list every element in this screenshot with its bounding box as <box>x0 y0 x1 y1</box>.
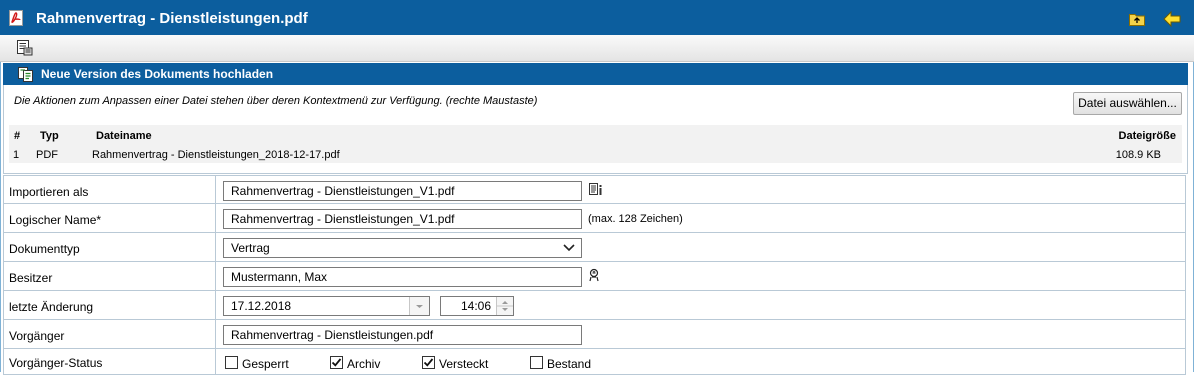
pdf-icon <box>9 10 23 26</box>
owner-label: Besitzer <box>9 271 53 285</box>
last-change-date-input[interactable]: 17.12.2018 <box>223 296 430 316</box>
predecessor-status-label: Vorgänger-Status <box>9 356 103 370</box>
toolbar <box>0 35 1194 62</box>
file-table: # Typ Dateiname Dateigröße 1 PDF Rahmenv… <box>9 125 1182 163</box>
file-row-filename[interactable]: Rahmenvertrag - Dienstleistungen_2018-12… <box>92 149 340 161</box>
logical-name-label: Logischer Name* <box>9 213 102 227</box>
window-title: Rahmenvertrag - Dienstleistungen.pdf <box>36 10 308 27</box>
checkbox-bestand[interactable] <box>530 356 543 369</box>
section-title: Neue Version des Dokuments hochladen <box>41 67 274 81</box>
row-import-as: Importieren als Rahmenvertrag - Dienstle… <box>3 175 1186 204</box>
document-type-label: Dokumenttyp <box>9 242 80 256</box>
user-icon[interactable] <box>588 268 602 284</box>
row-logical-name: Logischer Name* Rahmenvertrag - Dienstle… <box>3 204 1186 233</box>
checkbox-gesperrt-label: Gesperrt <box>242 357 289 371</box>
document-type-select[interactable]: Vertrag <box>223 238 582 258</box>
row-predecessor: Vorgänger Rahmenvertrag - Dienstleistung… <box>3 320 1186 349</box>
import-as-label: Importieren als <box>9 185 89 199</box>
document-properties-icon[interactable] <box>16 39 33 56</box>
checkbox-versteckt-label: Versteckt <box>439 357 489 371</box>
date-dropdown-button[interactable] <box>409 297 429 315</box>
folder-up-icon[interactable] <box>1129 12 1145 26</box>
checkbox-archiv[interactable] <box>330 356 343 369</box>
document-type-value: Vertrag <box>231 241 270 255</box>
file-row-number: 1 <box>13 149 20 161</box>
last-change-time-value: 14:06 <box>460 299 491 313</box>
select-file-button[interactable]: Datei auswählen... <box>1073 92 1182 115</box>
checkbox-archiv-label: Archiv <box>347 357 381 371</box>
predecessor-label: Vorgänger <box>9 329 65 343</box>
file-row-filesize: 108.9 KB <box>1115 149 1161 161</box>
upload-version-icon <box>18 67 33 82</box>
checkbox-gesperrt[interactable] <box>225 356 238 369</box>
column-header-type: Typ <box>40 130 59 142</box>
column-header-filesize: Dateigröße <box>1118 130 1176 142</box>
column-header-number: # <box>14 130 21 142</box>
title-bar: Rahmenvertrag - Dienstleistungen.pdf <box>0 0 1194 36</box>
time-spinner[interactable] <box>496 297 513 315</box>
back-arrow-icon[interactable] <box>1163 11 1181 27</box>
column-header-filename: Dateiname <box>96 130 152 142</box>
file-row-type: PDF <box>36 149 58 161</box>
row-last-change: letzte Änderung 17.12.2018 14:06 <box>3 291 1186 320</box>
checkmark-icon <box>423 358 434 367</box>
predecessor-input: Rahmenvertrag - Dienstleistungen.pdf <box>223 325 582 345</box>
last-change-time-input[interactable]: 14:06 <box>440 296 514 316</box>
row-document-type: Dokumenttyp Vertrag <box>3 233 1186 262</box>
section-header: Neue Version des Dokuments hochladen <box>3 63 1188 85</box>
checkmark-icon <box>331 358 342 367</box>
logical-name-input[interactable]: Rahmenvertrag - Dienstleistungen_V1.pdf <box>223 209 582 229</box>
last-change-label: letzte Änderung <box>9 300 94 314</box>
logical-name-hint: (max. 128 Zeichen) <box>588 213 683 225</box>
chevron-down-icon <box>416 305 423 308</box>
file-info-icon[interactable] <box>589 182 603 198</box>
row-predecessor-status: Vorgänger-Status Gesperrt Archiv Verstec… <box>3 349 1186 375</box>
last-change-date-value: 17.12.2018 <box>231 299 292 313</box>
owner-input[interactable]: Mustermann, Max <box>223 267 582 287</box>
chevron-down-icon <box>563 244 575 252</box>
import-as-input[interactable]: Rahmenvertrag - Dienstleistungen_V1.pdf <box>223 181 582 201</box>
checkbox-bestand-label: Bestand <box>547 357 592 371</box>
row-owner: Besitzer Mustermann, Max <box>3 262 1186 291</box>
spinner-arrows-icon <box>497 301 513 311</box>
checkbox-versteckt[interactable] <box>422 356 435 369</box>
context-menu-hint: Die Aktionen zum Anpassen einer Datei st… <box>14 95 538 107</box>
